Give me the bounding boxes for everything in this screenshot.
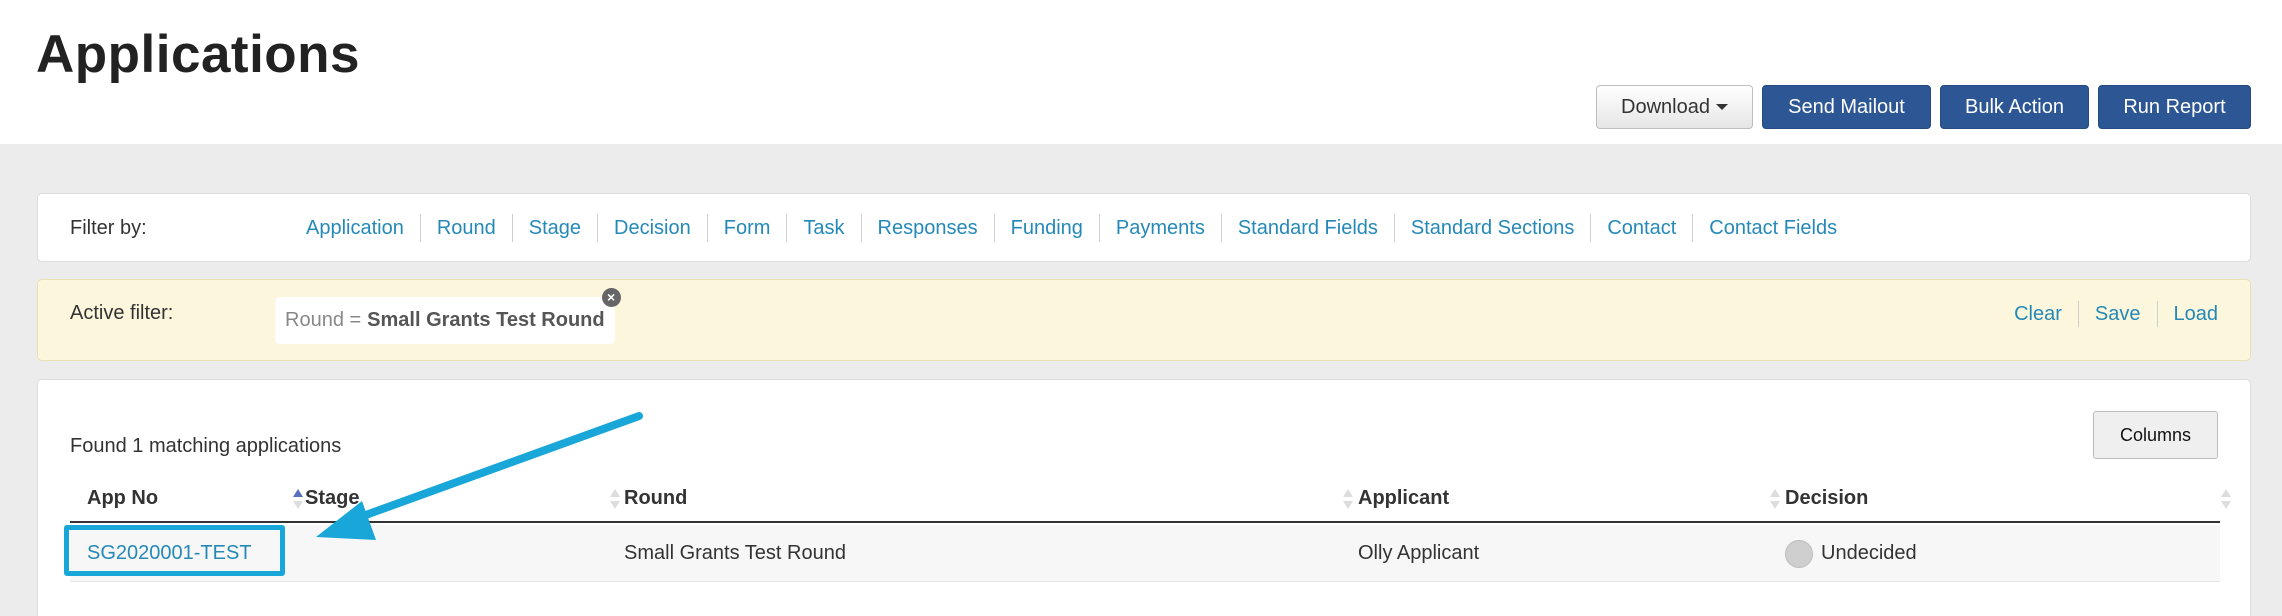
sort-icon[interactable] [1343,488,1353,510]
filter-link-payments[interactable]: Payments [1098,214,1221,242]
header-decision[interactable]: Decision [1785,476,1868,521]
header-stage[interactable]: Stage [305,476,359,521]
filter-link-contact[interactable]: Contact [1590,214,1692,242]
filter-link-funding[interactable]: Funding [993,214,1099,242]
sort-icon[interactable] [1770,488,1780,510]
status-dot-icon [1785,539,1813,568]
run-report-button[interactable]: Run Report [2098,85,2251,129]
filter-link-contact-fields[interactable]: Contact Fields [1692,214,1853,242]
filter-link-responses[interactable]: Responses [860,214,994,242]
download-label: Download [1621,95,1710,118]
results-count: Found 1 matching applications [70,435,342,457]
header-app-no[interactable]: App No [87,476,158,521]
cell-round: Small Grants Test Round [624,542,846,564]
cell-decision: Undecided [1785,525,1917,582]
bulk-action-button[interactable]: Bulk Action [1940,85,2089,129]
caret-down-icon [1715,104,1728,110]
app-no-link[interactable]: SG2020001-TEST [87,525,252,582]
close-circle-icon[interactable]: × [601,288,621,307]
header-round[interactable]: Round [624,476,687,521]
filter-link-task[interactable]: Task [786,214,860,242]
page-title: Applications [36,25,361,84]
columns-button[interactable]: Columns [2093,411,2218,459]
active-filter-label: Active filter: [70,302,174,324]
cell-applicant: Olly Applicant [1358,542,1480,564]
filter-link-application[interactable]: Application [290,214,420,242]
filter-actions: Clear Save Load [1998,301,2218,327]
filter-link-stage[interactable]: Stage [511,214,597,242]
filter-chip-key: Round = [285,309,362,331]
sort-asc-icon[interactable] [293,488,303,510]
toolbar: Download Send Mailout Bulk Action Run Re… [1596,85,2251,129]
table-row[interactable]: SG2020001-TEST Small Grants Test Round O… [70,525,2220,582]
results-panel: Found 1 matching applications Columns Ap… [37,379,2251,616]
filter-link-decision[interactable]: Decision [597,214,707,242]
filter-chip-value: Small Grants Test Round [367,309,605,331]
header-applicant[interactable]: Applicant [1358,476,1449,521]
table-header: App No Stage Round Applicant Decision [70,476,2231,523]
filter-link-round[interactable]: Round [419,214,512,242]
page-header: Applications Download Send Mailout Bulk … [0,0,2282,144]
clear-filter-link[interactable]: Clear [1998,301,2078,327]
active-filter-panel: Active filter: Round = Small Grants Test… [37,279,2251,361]
sort-icon[interactable] [610,488,620,510]
sort-icon[interactable] [2221,488,2231,510]
filter-panel: Filter by: Application Round Stage Decis… [37,193,2251,262]
download-button[interactable]: Download [1596,85,1753,129]
filter-link-standard-sections[interactable]: Standard Sections [1393,214,1590,242]
filter-links: Application Round Stage Decision Form Ta… [290,214,1853,242]
decision-text: Undecided [1821,542,1917,564]
filter-label: Filter by: [70,217,147,239]
send-mailout-button[interactable]: Send Mailout [1762,85,1931,129]
filter-link-standard-fields[interactable]: Standard Fields [1220,214,1394,242]
filter-link-form[interactable]: Form [706,214,787,242]
save-filter-link[interactable]: Save [2077,301,2157,327]
filter-chip: Round = Small Grants Test Round × [275,288,621,344]
load-filter-link[interactable]: Load [2156,301,2218,327]
